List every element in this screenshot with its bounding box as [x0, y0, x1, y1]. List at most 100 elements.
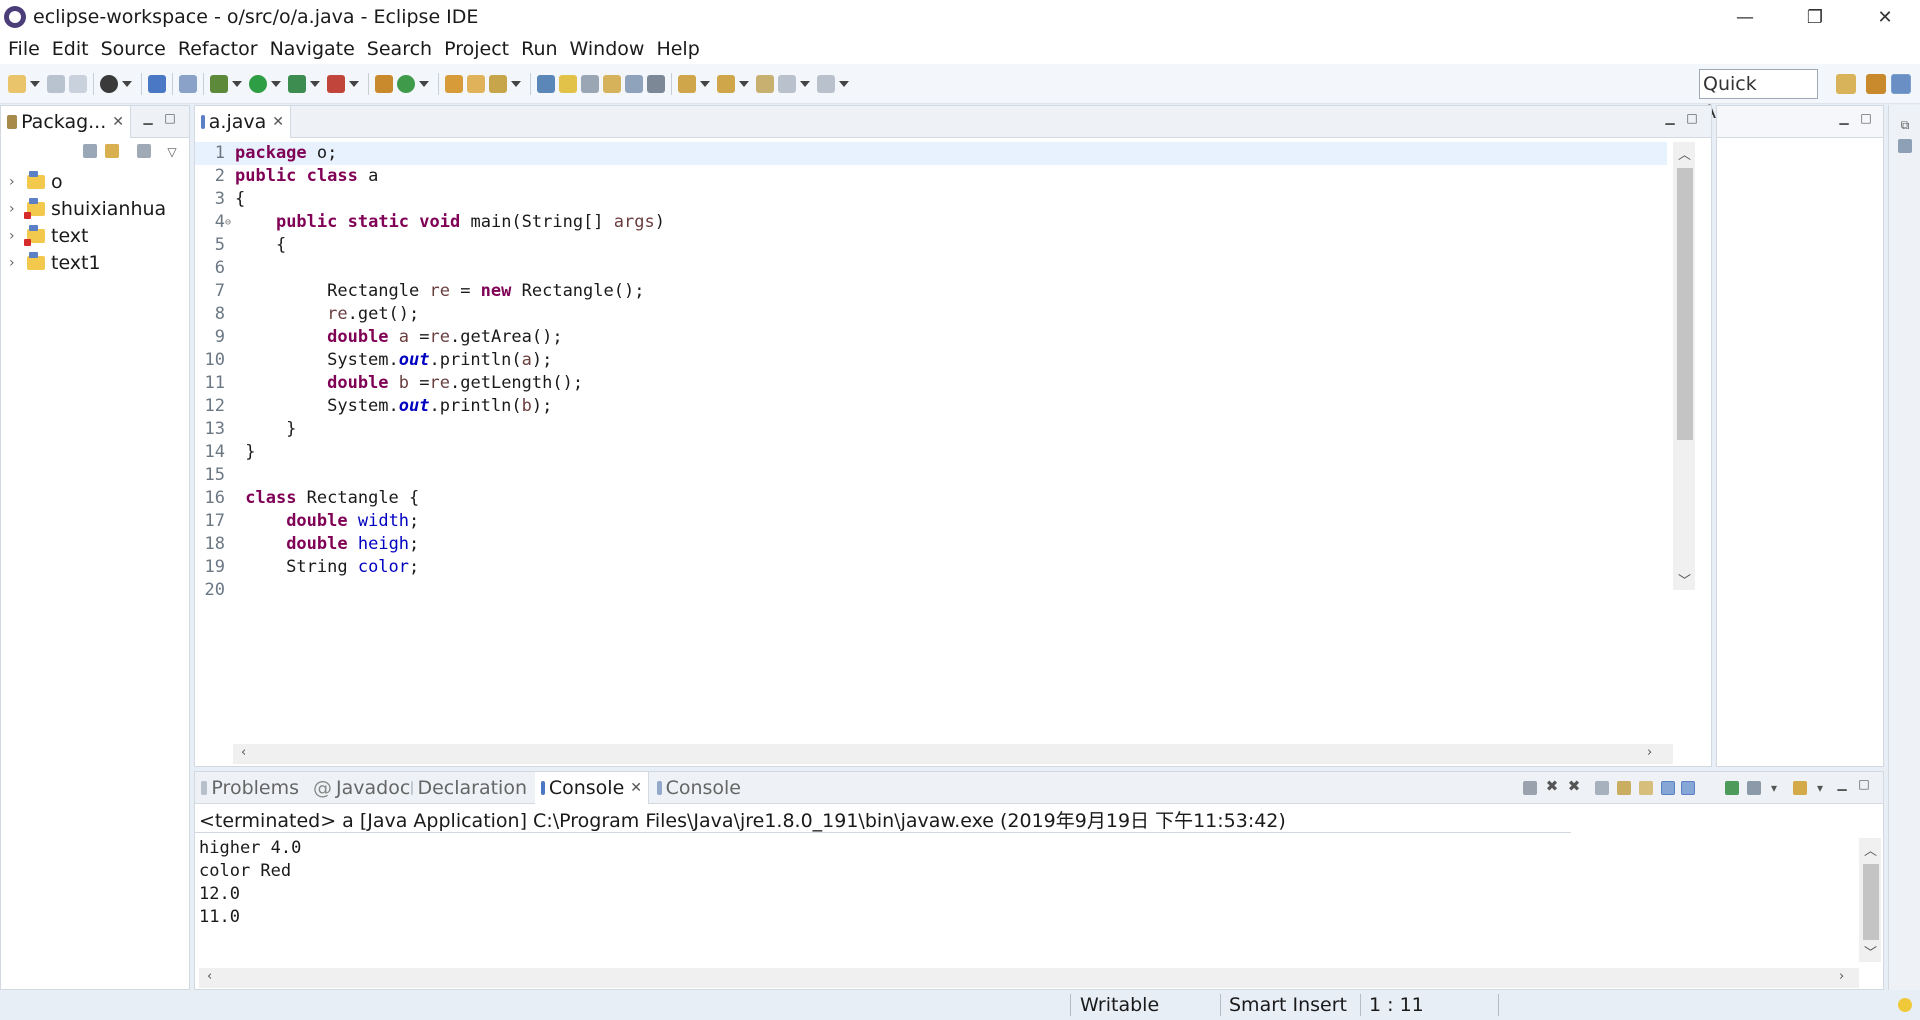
- tab-problems[interactable]: Problems: [195, 772, 305, 804]
- skip-breakpoints-icon[interactable]: [179, 74, 197, 93]
- open-perspective-icon[interactable]: [1836, 74, 1856, 94]
- word-wrap-icon[interactable]: [1639, 781, 1653, 795]
- code-line[interactable]: 4⊖ public static void main(String[] args…: [195, 211, 1667, 234]
- code-line[interactable]: 14 }: [195, 441, 1667, 464]
- new-class-icon[interactable]: [397, 74, 415, 93]
- tab-console-active[interactable]: Console ✕: [535, 772, 649, 804]
- tab-declaration[interactable]: Declaration: [405, 772, 533, 804]
- next-edit-icon[interactable]: [678, 74, 696, 93]
- run-icon[interactable]: [249, 74, 267, 93]
- code-line[interactable]: 5 {: [195, 234, 1667, 257]
- show-on-stdout-icon[interactable]: [1661, 781, 1675, 795]
- search-icon[interactable]: [489, 74, 507, 93]
- tree-item-text1[interactable]: › text1: [9, 249, 166, 276]
- menu-navigate[interactable]: Navigate: [264, 34, 361, 64]
- menu-source[interactable]: Source: [95, 34, 172, 64]
- tab-package-explorer[interactable]: Packag... ✕: [1, 106, 131, 138]
- code-line[interactable]: 9 double a =re.getArea();: [195, 326, 1667, 349]
- open-task-icon[interactable]: [467, 74, 485, 93]
- new-java-project-icon[interactable]: [375, 74, 393, 93]
- save-icon[interactable]: [47, 74, 65, 93]
- menu-help[interactable]: Help: [650, 34, 705, 64]
- scroll-lock-icon[interactable]: [1617, 781, 1631, 795]
- code-line[interactable]: 11 double b =re.getLength();: [195, 372, 1667, 395]
- tree-item-o[interactable]: › o: [9, 168, 166, 195]
- code-line[interactable]: 19 String color;: [195, 556, 1667, 579]
- previous-edit-icon[interactable]: [717, 74, 735, 93]
- scrollbar-thumb[interactable]: [1677, 168, 1693, 440]
- code-line[interactable]: 16 class Rectangle {: [195, 487, 1667, 510]
- display-console-icon[interactable]: [1747, 781, 1761, 795]
- scroll-right-icon[interactable]: ›: [1647, 745, 1652, 760]
- code-line[interactable]: 3{: [195, 188, 1667, 211]
- minimize-view-icon[interactable]: ▁: [1663, 112, 1677, 124]
- display-console-chevron-down-icon[interactable]: ▾: [1767, 782, 1781, 794]
- search-dropdown-icon[interactable]: [511, 80, 521, 87]
- code-line[interactable]: 15: [195, 464, 1667, 487]
- maximize-view-icon[interactable]: □: [1859, 112, 1873, 124]
- new-class-dropdown-icon[interactable]: [419, 80, 429, 87]
- toggle-breadcrumb-icon[interactable]: [537, 74, 555, 93]
- menu-search[interactable]: Search: [361, 34, 438, 64]
- mark-occurrences-icon[interactable]: [559, 74, 577, 93]
- debug-dropdown-icon[interactable]: [232, 80, 242, 87]
- clear-console-icon[interactable]: [1595, 781, 1609, 795]
- tree-item-text[interactable]: › text: [9, 222, 166, 249]
- maximize-view-icon[interactable]: □: [1857, 778, 1871, 790]
- code-line[interactable]: 1 package o;: [195, 142, 1667, 165]
- expand-arrow-icon[interactable]: ›: [9, 174, 23, 190]
- back-dropdown-icon[interactable]: [800, 80, 810, 87]
- forward-dropdown-icon[interactable]: [839, 80, 849, 87]
- minimize-button[interactable]: —: [1710, 0, 1780, 34]
- menu-refactor[interactable]: Refactor: [172, 34, 264, 64]
- collapse-all-icon[interactable]: [83, 144, 97, 158]
- java-ee-perspective-icon[interactable]: [1866, 74, 1886, 94]
- minimize-view-icon[interactable]: ▁: [1837, 112, 1851, 124]
- outline-view-icon[interactable]: [1898, 139, 1912, 153]
- view-menu-chevron-down-icon[interactable]: ▽: [165, 146, 179, 158]
- code-line[interactable]: 20: [195, 579, 1667, 598]
- menu-project[interactable]: Project: [438, 34, 515, 64]
- menu-edit[interactable]: Edit: [46, 34, 95, 64]
- profile-icon[interactable]: [100, 74, 118, 93]
- editor-vertical-scrollbar[interactable]: ︿ ﹀: [1673, 142, 1695, 590]
- new-dropdown-icon[interactable]: [30, 80, 40, 87]
- code-line[interactable]: 13 }: [195, 418, 1667, 441]
- scroll-up-icon[interactable]: ︿: [1678, 144, 1691, 163]
- console-output[interactable]: higher 4.0 color Red 12.0 11.0: [195, 832, 1571, 962]
- pin-console-icon[interactable]: [1725, 781, 1739, 795]
- expand-arrow-icon[interactable]: ›: [9, 228, 23, 244]
- editor-horizontal-scrollbar[interactable]: ‹ ›: [233, 744, 1673, 764]
- scroll-left-icon[interactable]: ‹: [207, 969, 212, 984]
- pilcrow-icon[interactable]: [647, 74, 665, 93]
- show-whitespace-icon[interactable]: [625, 74, 643, 93]
- maximize-view-icon[interactable]: □: [163, 112, 177, 124]
- previous-edit-dropdown-icon[interactable]: [739, 80, 749, 87]
- run-dropdown-icon[interactable]: [271, 80, 281, 87]
- last-edit-location-icon[interactable]: [756, 74, 774, 93]
- tab-console-secondary[interactable]: Console: [651, 772, 747, 804]
- close-icon[interactable]: ✕: [272, 114, 284, 130]
- link-with-editor-icon[interactable]: [105, 144, 119, 158]
- maximize-view-icon[interactable]: □: [1685, 112, 1699, 124]
- restore-button[interactable]: ❐: [1780, 0, 1850, 34]
- code-line[interactable]: 18 double heigh;: [195, 533, 1667, 556]
- java-perspective-icon[interactable]: [1891, 74, 1911, 94]
- next-annotation-icon[interactable]: [603, 74, 621, 93]
- code-line[interactable]: 8 re.get();: [195, 303, 1667, 326]
- scroll-left-icon[interactable]: ‹: [241, 745, 246, 760]
- forward-icon[interactable]: [817, 74, 835, 93]
- filter-icon[interactable]: [137, 144, 151, 158]
- quick-access-field[interactable]: Quick Access: [1699, 69, 1818, 123]
- profile-dropdown-icon[interactable]: [122, 80, 132, 87]
- next-edit-dropdown-icon[interactable]: [700, 80, 710, 87]
- close-icon[interactable]: ✕: [630, 780, 642, 796]
- terminal-icon[interactable]: [148, 74, 166, 93]
- code-line[interactable]: 12 System.out.println(b);: [195, 395, 1667, 418]
- tab-a-java[interactable]: a.java ✕: [195, 106, 291, 138]
- back-icon[interactable]: [778, 74, 796, 93]
- code-line[interactable]: 2 public class a: [195, 165, 1667, 188]
- scroll-up-icon[interactable]: ︿: [1864, 840, 1877, 859]
- remove-all-launches-icon[interactable]: ✖: [1567, 779, 1581, 794]
- coverage-icon[interactable]: [288, 74, 306, 93]
